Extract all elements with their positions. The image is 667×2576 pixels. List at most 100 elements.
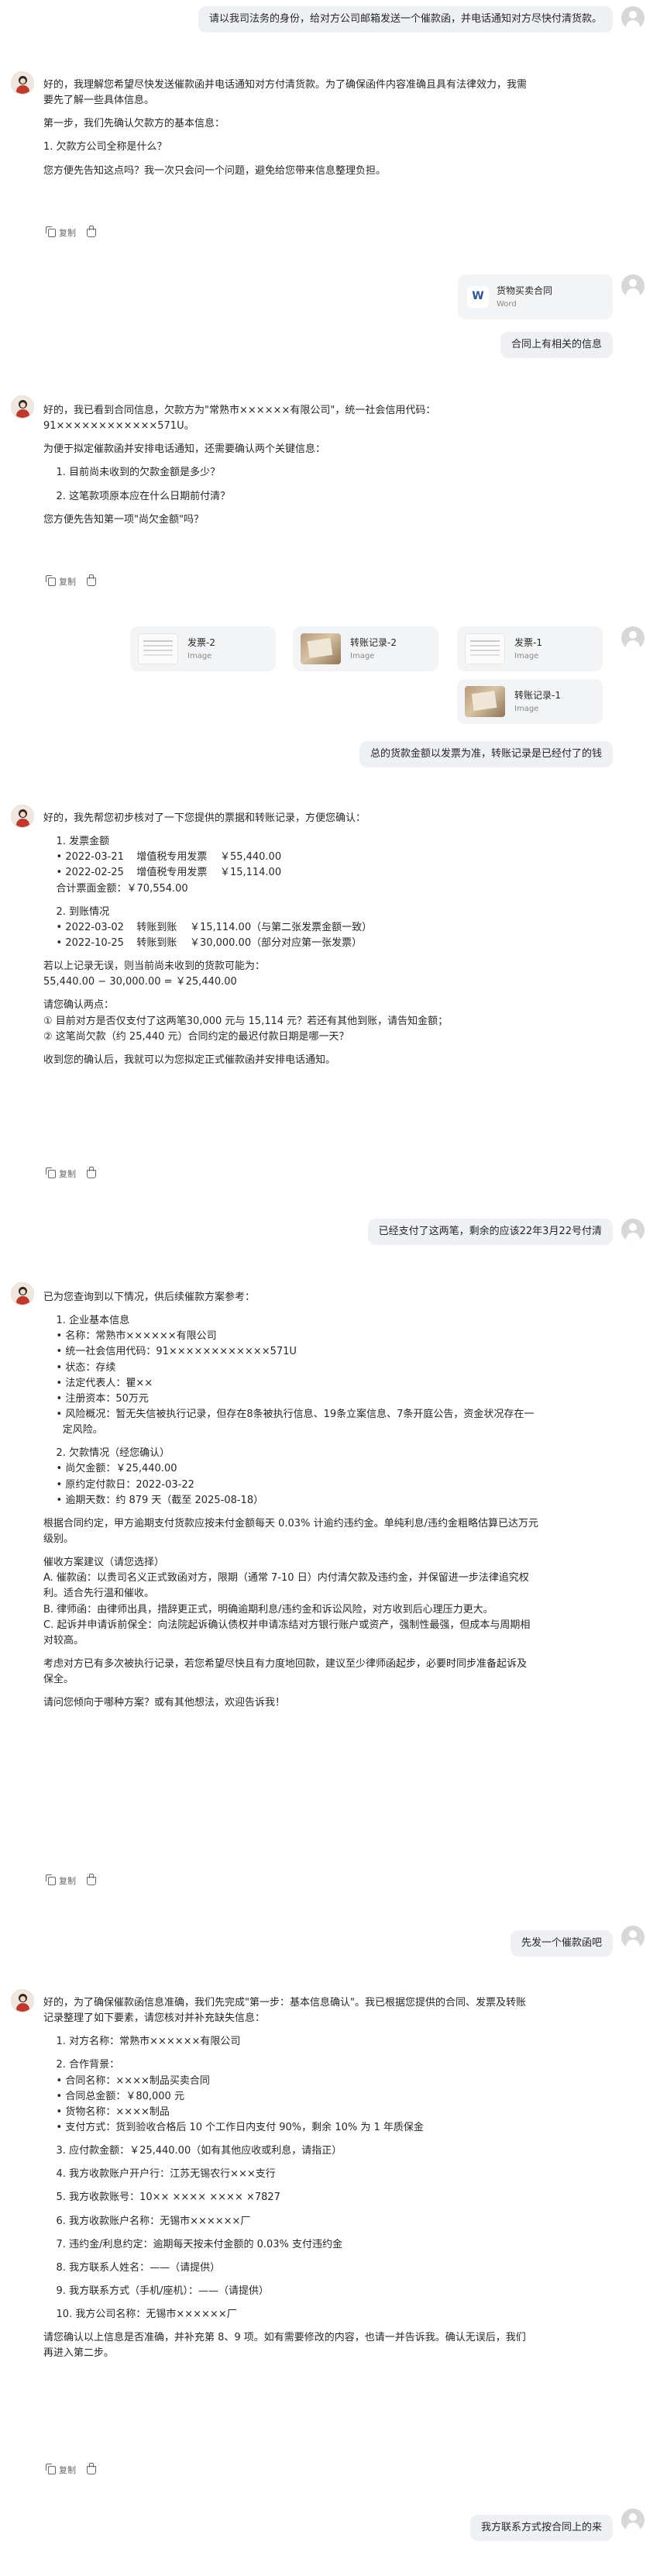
message-line: 请您确认以上信息是否准确，并补充第 8、9 项。如有需要修改的内容，也请一并告诉… [43,2332,526,2344]
message-line: 1. 对方名称：常熟市××××××有限公司 [43,2036,241,2048]
message-line: ① 目前对方是否仅支付了这两笔30,000 元与 15,114 元？若还有其他到… [43,1015,449,1027]
message-line: • 2022-03-02 转账到账 ￥15,114.00（与第二张发票金额一致） [43,921,373,933]
user-avatar [621,626,645,650]
message-line: 收到您的确认后，我就可以为您拟定正式催款函并安排电话通知。 [43,1054,336,1066]
message-line: • 原约定付款日：2022-03-22 [43,1478,194,1491]
message-line: 第一步，我们先确认欠款方的基本信息： [43,118,225,130]
line-spacer [43,2229,640,2237]
message-line: • 统一社会信用代码：91××××××××××××571U [43,1346,297,1358]
user-avatar [621,2509,645,2532]
line-spacer [43,2323,640,2330]
copy-button[interactable]: 复制 [46,2464,76,2477]
like-button[interactable] [87,1167,96,1179]
line-spacer [43,109,640,116]
image-attachment-card[interactable]: 发票-2 Image [130,626,276,671]
message-line: 2. 这笔款项原本应在什么日期前付清？ [43,490,231,502]
copy-icon [46,226,56,238]
user-avatar [621,274,645,298]
line-spacer [43,990,640,998]
message-line: 请您确认两点： [43,999,115,1012]
image-type: Image [187,651,212,660]
word-file-icon: W [467,286,489,308]
copy-button[interactable]: 复制 [46,1167,76,1181]
message-actions: 复制 [46,1167,96,1181]
user-avatar [621,1219,645,1242]
message-line: 利。适合先行温和催收。 [43,1588,155,1600]
like-button[interactable] [87,226,96,238]
assistant-avatar [11,1989,34,2012]
message-line: 1. 目前尚未收到的欠款金额是多少？ [43,467,221,479]
message-line: • 2022-02-25 增值税专用发票 ￥15,114.00 [43,867,282,879]
line-spacer [43,505,640,512]
image-type: Image [514,704,539,713]
line-spacer [43,2182,640,2190]
line-spacer [43,2026,640,2034]
line-spacer [43,2159,640,2167]
line-spacer [43,2299,640,2307]
file-attachment-card[interactable]: W 货物买卖合同 Word [458,274,613,319]
copy-icon [46,1167,56,1179]
file-type: Word [497,299,517,309]
thumbs-up-icon [87,226,96,238]
message-actions: 复制 [46,226,96,240]
message-line: 9. 我方联系方式（手机/座机）：——（请提供） [43,2285,269,2297]
line-spacer [43,434,640,442]
assistant-avatar [11,1282,34,1305]
message-line: 4. 我方收款账户开户行：江苏无锡农行×××支行 [43,2168,276,2181]
user-message: 请以我司法务的身份，给对方公司邮箱发送一个催款函，并电话通知对方尽快付清货款。 [198,6,613,33]
image-attachment-card[interactable]: 发票-1 Image [457,626,603,671]
assistant-message: 好的，我理解您希望尽快发送催款函并电话通知对方付清货款。为了确保函件内容准确且具… [43,78,640,179]
message-line: 根据合同约定，甲方逾期支付货款应按未付金额每天 0.03% 计逾约违约金。单纯利… [43,1517,538,1529]
message-actions: 复制 [46,574,96,588]
line-spacer [43,897,640,905]
message-actions: 复制 [46,1874,96,1888]
message-line: 要先了解一些具体信息。 [43,95,155,107]
assistant-avatar [11,71,34,95]
line-spacer [43,481,640,489]
copy-button[interactable]: 复制 [46,226,76,240]
image-attachment-card[interactable]: 转账记录-1 Image [457,679,603,724]
thumbs-up-icon [87,574,96,587]
line-spacer [43,156,640,164]
user-avatar [621,6,645,29]
copy-button[interactable]: 复制 [46,1874,76,1888]
message-line: 对较高。 [43,1634,84,1647]
message-line: 6. 我方收款账户名称：无锡市××××××厂 [43,2215,251,2227]
message-line: • 法定代表人：瞿×× [43,1377,153,1389]
line-spacer [43,1509,640,1516]
assistant-message: 好的，我先帮您初步核对了一下您提供的票据和转账记录，方便您确认： 1. 发票金额… [43,811,640,1068]
line-spacer [43,457,640,465]
message-line: 再进入第二步。 [43,2347,115,2360]
message-line: 7. 违约金/利息约定：逾期每天按未付金额的 0.03% 支付违约金 [43,2238,343,2250]
file-name: 货物买卖合同 [497,284,553,296]
line-spacer [43,2276,640,2284]
message-line: • 2022-03-21 增值税专用发票 ￥55,440.00 [43,851,282,864]
message-line: • 风险概况：暂无失信被执行记录，但存在8条被执行信息、19条立案信息、7条开庭… [43,1408,535,1420]
image-attachment-card[interactable]: 转账记录-2 Image [293,626,438,671]
image-name: 发票-1 [514,636,542,648]
like-button[interactable] [87,574,96,587]
like-button[interactable] [87,2463,96,2475]
message-line: 2. 合作背景： [43,2059,120,2071]
message-actions: 复制 [46,2463,96,2477]
message-line: 好的，我已看到合同信息，欠款方为"常熟市××××××有限公司"，统一社会信用代码… [43,405,436,416]
message-line: • 合同名称：××××制品买卖合同 [43,2074,210,2087]
line-spacer [43,1438,640,1446]
chat-page: 请以我司法务的身份，给对方公司邮箱发送一个催款函，并电话通知对方尽快付清货款。 … [0,0,667,2576]
assistant-avatar [11,395,34,419]
line-spacer [43,2050,640,2057]
copy-button[interactable]: 复制 [46,575,76,588]
message-line: 定风险。 [43,1424,103,1436]
message-line: 合计票面金额：￥70,554.00 [43,882,188,895]
message-line: 若以上记录无误，则当前尚未收到的货款可能为： [43,960,266,973]
line-spacer [43,1649,640,1657]
message-line: 您方便先告知第一项"尚欠金额"吗？ [43,513,204,526]
image-thumbnail [465,633,505,664]
message-line: ② 这笔尚欠款（约 25,440 元）合同约定的最迟付款日期是哪一天？ [43,1030,349,1043]
line-spacer [43,1547,640,1555]
message-line: • 合同总金额：￥80,000 元 [43,2090,184,2102]
copy-icon [46,575,56,587]
message-line: • 名称：常熟市××××××有限公司 [43,1330,217,1343]
user-message: 总的货款金额以发票为准，转账记录是已经付了的钱 [359,741,613,768]
like-button[interactable] [87,1874,96,1886]
